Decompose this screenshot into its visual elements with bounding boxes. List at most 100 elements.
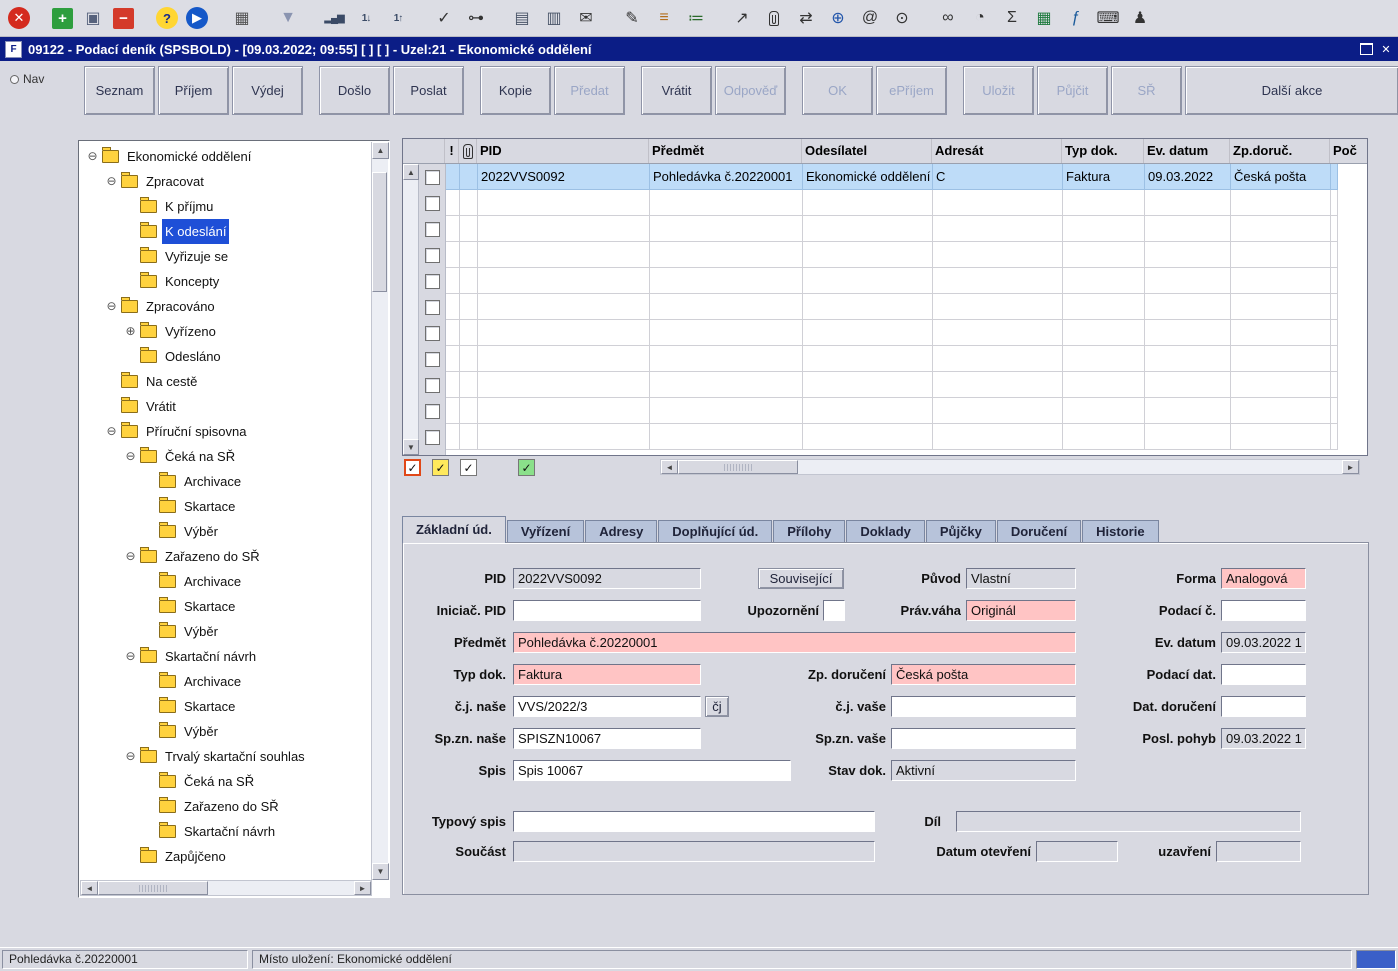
- tab-vyrizeni[interactable]: Vyřízení: [506, 520, 585, 543]
- tree-item[interactable]: ⊖ Příruční spisovna: [81, 419, 371, 444]
- tab-doplnujici-udaje[interactable]: Doplňující úd.: [658, 520, 773, 543]
- tree-item[interactable]: Vrátit: [81, 394, 371, 419]
- scroll-left-button[interactable]: ◄: [661, 460, 678, 474]
- expander-minus-icon[interactable]: ⊖: [85, 144, 100, 169]
- grid-col-warning[interactable]: !: [445, 139, 459, 163]
- tree-item[interactable]: ⊖ Čeká na SŘ: [81, 444, 371, 469]
- tree-item[interactable]: Odesláno: [81, 344, 371, 369]
- grid-col-poc[interactable]: Poč: [1330, 139, 1367, 163]
- tree-item[interactable]: Vyřizuje se: [81, 244, 371, 269]
- expander-minus-icon[interactable]: ⊖: [123, 544, 138, 569]
- eye-icon[interactable]: ⊙: [890, 6, 914, 30]
- action-button-vydej[interactable]: Výdej: [232, 66, 303, 115]
- formula-icon[interactable]: ƒ: [1064, 6, 1088, 30]
- calendar-icon[interactable]: ▦: [230, 6, 254, 30]
- grid-row[interactable]: [446, 242, 1367, 268]
- grid-row[interactable]: [446, 216, 1367, 242]
- sort-asc-icon[interactable]: 1↓: [354, 6, 378, 30]
- row-checkbox[interactable]: [419, 398, 445, 424]
- grid-row[interactable]: [446, 294, 1367, 320]
- help-icon[interactable]: ?: [156, 7, 178, 29]
- action-button-poslat[interactable]: Poslat: [393, 66, 464, 115]
- tree-item[interactable]: Skartace: [81, 694, 371, 719]
- podaci-c-field[interactable]: [1221, 600, 1306, 621]
- close-window-button[interactable]: ✕: [1379, 43, 1393, 56]
- tree-item[interactable]: ⊖ Skartační návrh: [81, 644, 371, 669]
- cj-nase-field[interactable]: VVS/2022/3: [513, 696, 701, 717]
- route-icon[interactable]: ⇄: [794, 6, 818, 30]
- action-button-odpoved[interactable]: Odpověď: [715, 66, 786, 115]
- expander-plus-icon[interactable]: ⊕: [123, 319, 138, 344]
- tab-doklady[interactable]: Doklady: [846, 520, 925, 543]
- filter-red-checkbox[interactable]: [404, 459, 421, 476]
- sum-icon[interactable]: Σ: [1000, 6, 1024, 30]
- remove-icon[interactable]: −: [113, 7, 134, 29]
- action-button-ok[interactable]: OK: [802, 66, 873, 115]
- grid-row[interactable]: 2022VVS0092 Pohledávka č.20220001 Ekonomic…: [446, 164, 1367, 190]
- tree-item[interactable]: K příjmu: [81, 194, 371, 219]
- grid-col-adresat[interactable]: Adresát: [932, 139, 1062, 163]
- tree-item[interactable]: Skartační návrh: [81, 819, 371, 844]
- forma-field[interactable]: Analogová: [1221, 568, 1306, 589]
- scroll-thumb[interactable]: [98, 881, 208, 895]
- tree-item[interactable]: Archivace: [81, 669, 371, 694]
- iniciac-pid-field[interactable]: [513, 600, 701, 621]
- validate-icon[interactable]: ✓: [432, 6, 456, 30]
- filter-green-checkbox[interactable]: [518, 459, 535, 476]
- prav-vaha-field[interactable]: Originál: [966, 600, 1076, 621]
- keyboard-icon[interactable]: ⌨: [1096, 6, 1120, 30]
- row-checkbox[interactable]: [419, 242, 445, 268]
- grid-vertical-scrollbar[interactable]: ▲ ▼: [403, 164, 419, 455]
- scroll-thumb[interactable]: [372, 172, 387, 292]
- sort-desc-icon[interactable]: 1↑: [386, 6, 410, 30]
- tree-item[interactable]: ⊖ Zpracovat: [81, 169, 371, 194]
- tree-item[interactable]: K odeslání: [81, 219, 371, 244]
- expander-minus-icon[interactable]: ⊖: [104, 419, 119, 444]
- grid-col-predmet[interactable]: Předmět: [649, 139, 802, 163]
- expander-minus-icon[interactable]: ⊖: [123, 644, 138, 669]
- tab-pujcky[interactable]: Půjčky: [925, 520, 996, 543]
- dat-doruceni-field[interactable]: [1221, 696, 1306, 717]
- tree-item[interactable]: ⊖ Zařazeno do SŘ: [81, 544, 371, 569]
- print-preview-icon[interactable]: ▥: [542, 6, 566, 30]
- grid-row[interactable]: [446, 424, 1367, 450]
- action-button-predat[interactable]: Předat: [554, 66, 625, 115]
- attachment-icon[interactable]: [762, 6, 786, 30]
- row-checkbox[interactable]: [419, 346, 445, 372]
- row-checkbox[interactable]: [419, 190, 445, 216]
- tree-item[interactable]: Zapůjčeno: [81, 844, 371, 869]
- binoculars-icon[interactable]: ∞: [936, 6, 960, 30]
- expander-minus-icon[interactable]: ⊖: [123, 744, 138, 769]
- tab-zakladni-udaje[interactable]: Základní úd.: [402, 516, 506, 543]
- add-icon[interactable]: +: [52, 7, 73, 29]
- tree-item[interactable]: ⊖ Trvalý skartační souhlas: [81, 744, 371, 769]
- scroll-down-button[interactable]: ▼: [372, 863, 389, 880]
- grid-row[interactable]: [446, 320, 1367, 346]
- tree-item[interactable]: Skartace: [81, 494, 371, 519]
- action-button-doslo[interactable]: Došlo: [319, 66, 390, 115]
- expander-minus-icon[interactable]: ⊖: [104, 169, 119, 194]
- cj-button[interactable]: čj: [705, 696, 729, 717]
- tree-item[interactable]: Archivace: [81, 469, 371, 494]
- tree-item[interactable]: Výběr: [81, 519, 371, 544]
- grid-col-zp-doruc[interactable]: Zp.doruč.: [1230, 139, 1330, 163]
- grid-col-typ-dok[interactable]: Typ dok.: [1062, 139, 1144, 163]
- grid-col-odesilatel[interactable]: Odesílatel: [802, 139, 932, 163]
- grid-row[interactable]: [446, 346, 1367, 372]
- grid-col-attachment[interactable]: [459, 139, 477, 163]
- mail-icon[interactable]: ✉: [574, 6, 598, 30]
- action-button-pujcit[interactable]: Půjčit: [1037, 66, 1108, 115]
- tree-item[interactable]: Čeká na SŘ: [81, 769, 371, 794]
- expander-minus-icon[interactable]: ⊖: [123, 444, 138, 469]
- grid-row[interactable]: [446, 398, 1367, 424]
- tab-historie[interactable]: Historie: [1082, 520, 1159, 543]
- globe-icon[interactable]: ⊕: [826, 6, 850, 30]
- zp-doruceni-field[interactable]: Česká pošta: [891, 664, 1076, 685]
- tree-item[interactable]: Skartace: [81, 594, 371, 619]
- row-checkbox[interactable]: [419, 164, 445, 190]
- scroll-right-button[interactable]: ►: [1342, 460, 1359, 474]
- print-icon[interactable]: ▤: [510, 6, 534, 30]
- typ-dok-field[interactable]: Faktura: [513, 664, 701, 685]
- grid-col-ev-datum[interactable]: Ev. datum: [1144, 139, 1230, 163]
- nav-toggle[interactable]: Nav: [10, 72, 44, 86]
